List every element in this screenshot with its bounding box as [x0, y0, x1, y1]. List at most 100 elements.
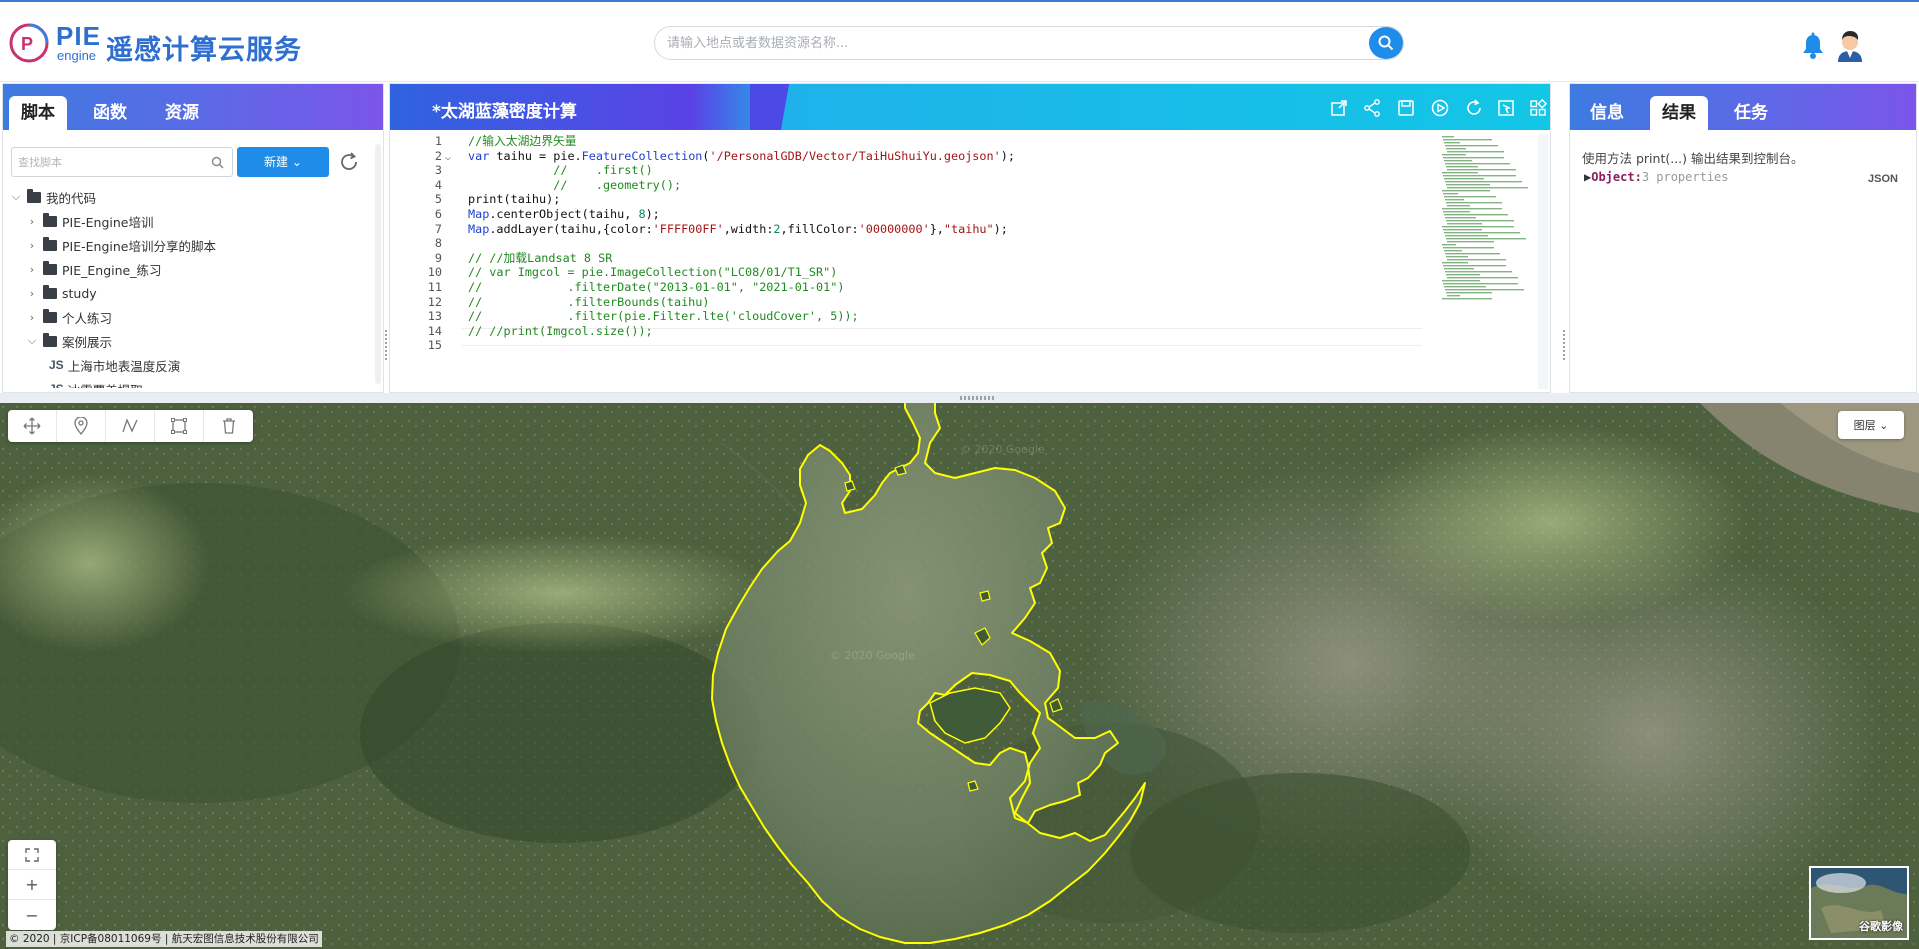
- refresh-icon[interactable]: [337, 150, 361, 174]
- polygon-tool[interactable]: [155, 410, 204, 442]
- satellite-imagery: © 2020 Google © 2020 Google: [0, 403, 1919, 949]
- app-title: 遥感计算云服务: [106, 35, 302, 66]
- console-hint: 使用方法 print(...) 输出结果到控制台。: [1582, 151, 1804, 166]
- map-splitter[interactable]: [0, 393, 1919, 403]
- tree-item-label: 我的代码: [46, 190, 97, 206]
- tab-functions[interactable]: 函数: [81, 96, 139, 130]
- chevron-down-icon: ⌄: [291, 155, 302, 169]
- folder-icon: [43, 260, 57, 275]
- left-panel-scrollbar[interactable]: [375, 144, 381, 384]
- map-marker-icon: [74, 417, 88, 435]
- chevron-right-icon[interactable]: ›: [25, 239, 39, 252]
- tab-tasks[interactable]: 任务: [1722, 96, 1780, 130]
- search-icon: [211, 156, 224, 169]
- script-panel-tabs: 脚本 函数 资源: [3, 84, 383, 130]
- splitter-grip: [960, 396, 996, 400]
- tree-folder[interactable]: › PIE_Engine_练习: [25, 258, 161, 280]
- app-header: P PIE engine 遥感计算云服务: [0, 0, 1919, 82]
- global-search-input[interactable]: [667, 27, 1357, 59]
- fold-chevron-icon[interactable]: ⌵: [445, 152, 451, 163]
- chevron-right-icon[interactable]: ›: [25, 263, 39, 276]
- script-search-input[interactable]: [18, 148, 198, 176]
- folder-icon: [27, 188, 41, 203]
- zoom-controls: + −: [8, 840, 56, 930]
- search-button[interactable]: [1369, 27, 1403, 59]
- tree-folder[interactable]: ⌵ 案例展示: [25, 330, 112, 352]
- open-external-icon[interactable]: [1329, 98, 1349, 118]
- right-splitter[interactable]: [1562, 330, 1566, 360]
- js-file-icon: JS: [49, 382, 64, 388]
- code-minimap[interactable]: [1440, 134, 1532, 304]
- chevron-right-icon[interactable]: ›: [25, 311, 39, 324]
- chevron-down-icon[interactable]: ⌵: [9, 190, 23, 204]
- tree-item-label: 上海市地表温度反演: [67, 358, 181, 374]
- line-number: 15: [427, 338, 442, 353]
- folder-icon: [43, 308, 57, 323]
- json-toggle[interactable]: JSON: [1868, 173, 1898, 185]
- code-line[interactable]: 15: [390, 336, 1420, 354]
- fullscreen-button[interactable]: [8, 840, 56, 870]
- tree-item-label: 冰雪覆盖提取: [68, 380, 143, 389]
- tab-results[interactable]: 结果: [1650, 96, 1708, 130]
- tree-item-label: PIE-Engine培训分享的脚本: [62, 238, 216, 254]
- chevron-down-icon[interactable]: ⌵: [25, 334, 39, 348]
- js-file-icon: JS: [49, 358, 64, 372]
- tree-folder[interactable]: › study: [25, 282, 97, 304]
- fullscreen-icon: [25, 847, 39, 862]
- layers-label: 图层: [1853, 419, 1876, 432]
- chevron-down-icon: ⌄: [1879, 418, 1889, 432]
- move-icon: [23, 417, 41, 435]
- inspector-icon[interactable]: [1496, 98, 1516, 118]
- pan-tool[interactable]: [8, 410, 57, 442]
- left-splitter[interactable]: [384, 330, 388, 360]
- search-icon: [1378, 35, 1394, 51]
- basemap-switcher[interactable]: 谷歌影像: [1809, 866, 1909, 940]
- line-tool[interactable]: [106, 410, 155, 442]
- tab-info[interactable]: 信息: [1578, 96, 1636, 130]
- console-panel: 信息 结果 任务 使用方法 print(...) 输出结果到控制台。 ▶Obje…: [1569, 83, 1917, 393]
- share-icon[interactable]: [1362, 98, 1382, 118]
- tree-folder[interactable]: › PIE-Engine培训分享的脚本: [25, 234, 216, 256]
- tab-scripts[interactable]: 脚本: [9, 96, 67, 130]
- editor-scrollbar[interactable]: [1538, 134, 1548, 389]
- object-key: Object:: [1591, 170, 1642, 184]
- tree-script[interactable]: JS 冰雪覆盖提取: [49, 378, 143, 388]
- header-decoration: [750, 84, 820, 130]
- point-tool[interactable]: [57, 410, 106, 442]
- notification-bell-icon[interactable]: [1800, 32, 1826, 60]
- zoom-in-button[interactable]: +: [8, 870, 56, 900]
- user-avatar[interactable]: [1834, 28, 1866, 62]
- logo[interactable]: P PIE engine 遥感计算云服务: [8, 20, 301, 66]
- zoom-out-button[interactable]: −: [8, 900, 56, 930]
- new-button-label: 新建: [264, 155, 289, 169]
- layers-button[interactable]: 图层 ⌄: [1838, 411, 1904, 439]
- tree-item-label: study: [62, 285, 97, 301]
- tree-script[interactable]: JS 上海市地表温度反演: [49, 354, 180, 376]
- editor-header: *太湖蓝藻密度计算: [390, 84, 1550, 130]
- script-title: *太湖蓝藻密度计算: [432, 102, 577, 122]
- code-area[interactable]: 1//输入太湖边界矢量 2 var taihu = pie.FeatureColle…: [390, 130, 1550, 392]
- reset-icon[interactable]: [1464, 98, 1484, 118]
- chevron-right-icon[interactable]: ›: [25, 215, 39, 228]
- map-watermark-top: © 2020 Google: [960, 443, 1045, 456]
- console-object-row[interactable]: ▶Object:3 properties: [1584, 170, 1729, 184]
- new-script-button[interactable]: 新建 ⌄: [237, 147, 329, 177]
- save-icon[interactable]: [1396, 98, 1416, 118]
- script-panel: 脚本 函数 资源 新建 ⌄ ⌵ 我的代码 › PIE-Engine培训 › PIE-Eng…: [2, 83, 384, 393]
- tree-item-label: 个人练习: [62, 310, 113, 326]
- folder-icon: [43, 284, 57, 299]
- chevron-right-icon[interactable]: ›: [25, 287, 39, 300]
- folder-icon: [43, 212, 57, 227]
- tree-folder[interactable]: ⌵ 我的代码: [9, 186, 96, 208]
- tree-item-label: 案例展示: [62, 334, 113, 350]
- code-editor-panel: *太湖蓝藻密度计算 1//输入太湖边界矢量 2 var taihu = pie.Fe…: [389, 83, 1551, 393]
- script-search: [11, 147, 233, 177]
- map-view[interactable]: © 2020 Google © 2020 Google: [0, 403, 1919, 949]
- delete-tool[interactable]: [204, 410, 253, 442]
- tree-folder[interactable]: › PIE-Engine培训: [25, 210, 153, 232]
- tab-resources[interactable]: 资源: [153, 96, 211, 130]
- run-icon[interactable]: [1430, 98, 1450, 118]
- apps-grid-icon[interactable]: [1528, 98, 1548, 118]
- tree-item-label: PIE-Engine培训: [62, 214, 154, 230]
- tree-folder[interactable]: › 个人练习: [25, 306, 112, 328]
